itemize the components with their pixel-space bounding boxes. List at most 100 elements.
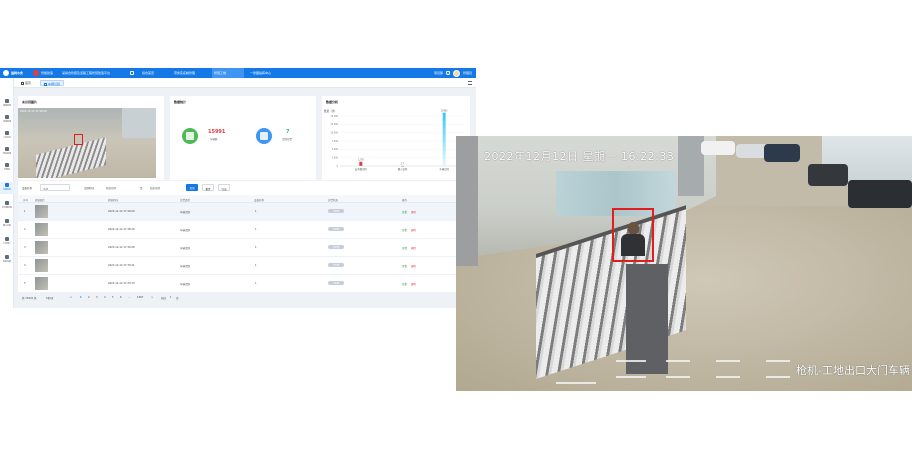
gear-icon bbox=[5, 255, 9, 259]
thumbnail-gate bbox=[36, 137, 106, 178]
col-status: 告警状态 bbox=[328, 199, 339, 202]
view-link[interactable]: 查看 bbox=[402, 282, 407, 286]
tab-home-label: 首页 bbox=[25, 81, 32, 85]
lane-markings bbox=[556, 356, 816, 386]
tabs-menu-icon[interactable] bbox=[468, 81, 472, 85]
col-type: 告警类型 bbox=[180, 199, 191, 202]
row-thumbnail[interactable] bbox=[35, 205, 48, 218]
sidebar-item-vehicle[interactable]: 车辆识别 bbox=[0, 182, 14, 194]
prev-page-button[interactable]: < bbox=[70, 296, 72, 299]
org-selector[interactable]: 项目部 bbox=[434, 71, 443, 75]
delete-link[interactable]: 删除 bbox=[411, 228, 416, 232]
nav-home[interactable]: 综合首页 bbox=[142, 68, 154, 78]
time-filter-label: 识别时间 bbox=[84, 187, 95, 190]
bar bbox=[359, 161, 363, 166]
sidebar-item-environment[interactable]: 环境监测 bbox=[0, 114, 14, 126]
row-thumbnail[interactable] bbox=[35, 259, 48, 272]
thumbnail-overlay-text: 2022-12-12 17:40:09 bbox=[20, 110, 47, 113]
nav-command-center[interactable]: 一张图指挥中心 bbox=[250, 68, 271, 78]
table-row[interactable]: 1 2022-12-12 17:40:09 车辆识别 1 已处理 查看 删除 bbox=[18, 203, 470, 221]
status-badge: 已处理 bbox=[328, 227, 344, 231]
avatar[interactable] bbox=[452, 69, 460, 77]
user-name[interactable]: 管理员 bbox=[463, 71, 472, 75]
page-5[interactable]: 5 bbox=[112, 296, 114, 299]
view-link[interactable]: 查看 bbox=[402, 264, 407, 268]
row-type: 车辆识别 bbox=[180, 229, 191, 232]
stat-alert-icon-inner bbox=[260, 132, 268, 140]
view-link[interactable]: 查看 bbox=[402, 228, 407, 232]
brand-mark-icon bbox=[33, 70, 39, 76]
date-end-input[interactable]: 结束日期 bbox=[148, 184, 172, 191]
parked-car bbox=[848, 180, 912, 208]
sidebar-item-fire[interactable]: 烟火识别 bbox=[0, 218, 14, 230]
row-thumbnail[interactable] bbox=[35, 241, 48, 254]
col-index: 序号 bbox=[23, 199, 29, 202]
camera-icon bbox=[5, 99, 9, 103]
thumbnail-detection-box bbox=[74, 134, 83, 145]
delete-link[interactable]: 删除 bbox=[411, 210, 416, 214]
enlarged-capture-image[interactable]: 2022年12月12日 星期一 16:22:33 枪机-工地出口大门车辆 bbox=[456, 136, 912, 391]
table-row[interactable]: 4 2022-12-12 17:30:41 车辆识别 1 已处理 查看 删除 bbox=[18, 257, 470, 275]
device-select-value: 全部 bbox=[43, 188, 49, 191]
thumbnail-building bbox=[122, 108, 156, 138]
row-time: 2022-12-12 17:38:16 bbox=[108, 228, 135, 231]
date-start-input[interactable]: 开始日期 bbox=[104, 184, 128, 191]
x-tick-label: 烟火识别 bbox=[398, 167, 408, 171]
table-row[interactable]: 5 2022-12-12 17:25:33 车辆识别 1 已处理 查看 删除 bbox=[18, 275, 470, 293]
row-thumbnail[interactable] bbox=[35, 277, 48, 290]
delete-link[interactable]: 删除 bbox=[411, 264, 416, 268]
view-link[interactable]: 查看 bbox=[402, 210, 407, 214]
nav-smart-site[interactable]: 智慧工地 bbox=[212, 68, 244, 78]
lane-mark bbox=[766, 376, 790, 378]
y-tick-label: 12,500 bbox=[330, 123, 338, 126]
sidebar-item-label: 升降机 bbox=[3, 169, 10, 171]
y-tick-label: 7,500 bbox=[332, 140, 339, 143]
sidebar-item-helmet[interactable]: 安全帽识别 bbox=[0, 200, 14, 212]
delete-link[interactable]: 删除 bbox=[411, 246, 416, 250]
capture-thumbnail[interactable]: 2022-12-12 17:40:09 bbox=[18, 108, 156, 178]
page-2[interactable]: 2 bbox=[88, 296, 90, 299]
system-title: 某综合管廊及道路工程智慧建造平台 bbox=[62, 71, 111, 75]
table-row[interactable]: 2 2022-12-12 17:38:16 车辆识别 1 已处理 查看 删除 bbox=[18, 221, 470, 239]
page-3[interactable]: 3 bbox=[96, 296, 98, 299]
device-select[interactable]: 全部 bbox=[40, 184, 70, 191]
nav-labor[interactable]: 劳务实名制管理 bbox=[174, 68, 195, 78]
nav-home-label: 综合首页 bbox=[142, 71, 155, 75]
row-index: 1 bbox=[24, 210, 26, 213]
user-area: 项目部 管理员 bbox=[434, 69, 472, 77]
status-badge: 已处理 bbox=[328, 209, 344, 213]
sidebar-item-tower-crane[interactable]: 塔吊监测 bbox=[0, 146, 14, 158]
grid-icon[interactable] bbox=[130, 71, 134, 75]
sidebar-item-settings[interactable]: 系统设置 bbox=[0, 254, 14, 266]
search-button[interactable]: 查询 bbox=[186, 184, 198, 191]
sidebar-item-video[interactable]: 视频监控 bbox=[0, 98, 14, 110]
row-time: 2022-12-12 17:40:09 bbox=[108, 210, 135, 213]
tab-home[interactable]: 首页 bbox=[18, 80, 34, 86]
page-ellipsis[interactable]: ... bbox=[128, 296, 130, 299]
page-4[interactable]: 4 bbox=[104, 296, 106, 299]
stat-alert-label: 识别告警 bbox=[282, 138, 293, 141]
goto-input[interactable]: 1 bbox=[170, 296, 172, 299]
sidebar-item-intrusion[interactable]: 人员闯入 bbox=[0, 236, 14, 248]
pagination: 共 15991 条 5条/页 < 1 2 3 4 5 6 ... 1567 > … bbox=[18, 294, 470, 302]
page-size-select[interactable]: 5条/页 bbox=[46, 296, 53, 300]
row-thumbnail[interactable] bbox=[35, 223, 48, 236]
page-1[interactable]: 1 bbox=[80, 296, 82, 299]
export-button[interactable]: 导出 bbox=[218, 184, 230, 191]
sidebar-item-elevator[interactable]: 升降机 bbox=[0, 162, 14, 174]
detection-box bbox=[612, 208, 654, 262]
records-table: 序号 抓拍图片 抓拍时间 告警类型 设备名称 告警状态 操作 1 2022-12… bbox=[18, 195, 470, 293]
bell-icon[interactable] bbox=[445, 71, 450, 75]
page-last[interactable]: 1567 bbox=[137, 296, 143, 299]
status-badge: 已处理 bbox=[328, 245, 344, 249]
table-row[interactable]: 3 2022-12-12 17:32:08 车辆识别 1 已处理 查看 删除 bbox=[18, 239, 470, 257]
parked-car bbox=[808, 164, 848, 186]
tab-vehicle-recognition[interactable]: 车辆识别 bbox=[40, 80, 65, 86]
row-type: 车辆识别 bbox=[180, 247, 191, 250]
view-link[interactable]: 查看 bbox=[402, 246, 407, 250]
page-6[interactable]: 6 bbox=[120, 296, 122, 299]
reset-button[interactable]: 重置 bbox=[202, 184, 214, 191]
next-page-button[interactable]: > bbox=[151, 296, 153, 299]
delete-link[interactable]: 删除 bbox=[411, 282, 416, 286]
sidebar-item-personnel[interactable]: 人员定位 bbox=[0, 130, 14, 142]
